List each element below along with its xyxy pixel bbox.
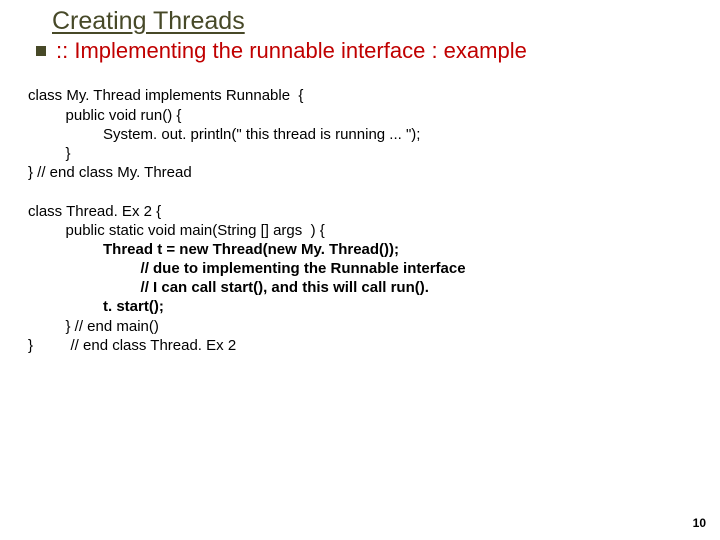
subtitle-row: :: Implementing the runnable interface :…: [36, 38, 696, 64]
code-line: public void run() {: [28, 107, 181, 124]
slide-title: Creating Threads: [52, 6, 696, 36]
bullet-icon: [36, 46, 46, 56]
slide: Creating Threads :: Implementing the run…: [0, 0, 720, 540]
code-line: class My. Thread implements Runnable {: [28, 87, 303, 104]
code-line: System. out. println(" this thread is ru…: [28, 126, 420, 143]
code-line: public static void main(String [] args )…: [28, 222, 325, 239]
code-line: } // end main(): [28, 318, 159, 335]
title-block: Creating Threads :: Implementing the run…: [36, 6, 696, 64]
code-line: // I can call start(), and this will cal…: [28, 279, 429, 296]
page-number: 10: [693, 516, 706, 530]
slide-subtitle: :: Implementing the runnable interface :…: [56, 38, 527, 64]
code-line: }: [28, 145, 71, 162]
code-line: class Thread. Ex 2 {: [28, 203, 161, 220]
code-line: } // end class Thread. Ex 2: [28, 337, 236, 354]
code-line: Thread t = new Thread(new My. Thread());: [28, 241, 403, 258]
code-line: t. start();: [28, 298, 164, 315]
code-line: // due to implementing the Runnable inte…: [28, 260, 466, 277]
code-block: class My. Thread implements Runnable { p…: [28, 86, 696, 355]
code-line: } // end class My. Thread: [28, 164, 192, 181]
